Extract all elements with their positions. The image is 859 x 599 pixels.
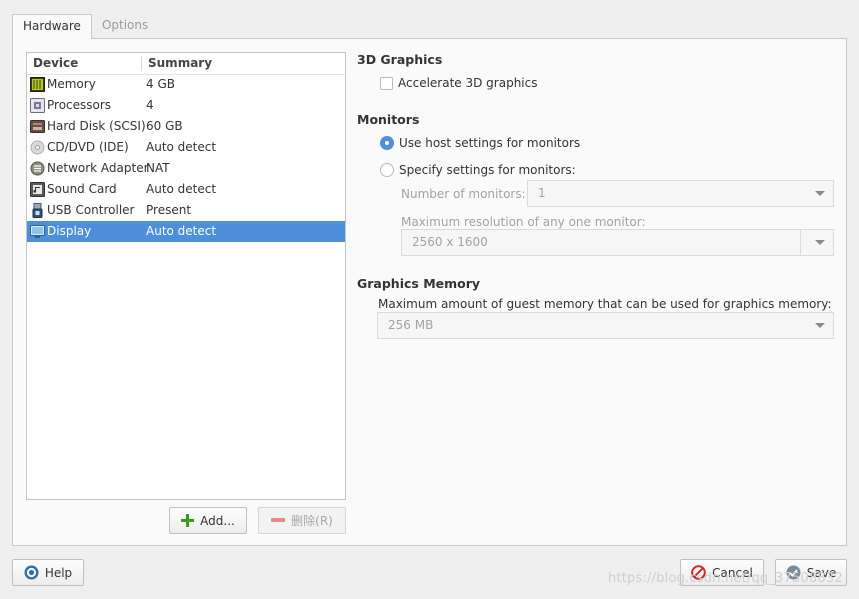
help-icon [24, 565, 39, 580]
dropdown-value: 2560 x 1600 [412, 235, 488, 249]
watermark-text: https://blog.csdn.net/qq_37508832 [608, 571, 843, 586]
specify-settings-radio[interactable]: Specify settings for monitors: [380, 163, 576, 177]
device-name: Memory [47, 77, 96, 91]
display-icon [30, 225, 45, 238]
hard-disk-icon [30, 120, 45, 133]
plus-icon [181, 514, 195, 527]
device-name: Processors [47, 98, 112, 112]
column-header-device[interactable]: Device [33, 56, 78, 70]
specify-settings-label: Specify settings for monitors: [399, 163, 576, 177]
device-name: Display [47, 224, 92, 238]
usb-controller-icon [32, 203, 43, 218]
remove-device-button[interactable]: 删除(R) [258, 507, 346, 534]
chevron-down-icon [815, 191, 825, 196]
column-header-summary[interactable]: Summary [148, 56, 212, 70]
section-title-3d-graphics: 3D Graphics [357, 52, 443, 67]
number-of-monitors-label: Number of monitors: [401, 187, 526, 201]
device-name: USB Controller [47, 203, 135, 217]
device-name: CD/DVD (IDE) [47, 140, 129, 154]
graphics-memory-dropdown[interactable]: 256 MB [377, 312, 834, 339]
use-host-settings-radio[interactable]: Use host settings for monitors [380, 136, 580, 150]
help-label: Help [44, 565, 73, 580]
device-summary: Auto detect [146, 182, 217, 196]
tab-options[interactable]: Options [92, 14, 158, 37]
graphics-memory-description: Maximum amount of guest memory that can … [378, 297, 832, 311]
device-summary: 4 [146, 98, 154, 112]
list-item-hard-disk[interactable]: Hard Disk (SCSI) 60 GB [27, 116, 345, 137]
chevron-down-icon [815, 240, 825, 245]
use-host-settings-label: Use host settings for monitors [399, 136, 581, 150]
processor-icon [30, 98, 45, 113]
list-item-display[interactable]: Display Auto detect [27, 221, 345, 242]
device-list-header: Device Summary [27, 53, 345, 75]
device-list[interactable]: Device Summary Memory 4 GB Processors 4 … [26, 52, 346, 500]
device-name: Hard Disk (SCSI) [47, 119, 146, 133]
max-resolution-dropdown[interactable]: 2560 x 1600 [401, 229, 834, 256]
dropdown-value: 1 [538, 186, 546, 200]
sound-card-icon [30, 182, 45, 197]
radio-indicator[interactable] [380, 136, 394, 150]
device-summary: 60 GB [146, 119, 183, 133]
settings-panel: Device Summary Memory 4 GB Processors 4 … [12, 38, 847, 546]
list-item-network-adapter[interactable]: Network Adapter NAT [27, 158, 345, 179]
list-item-processors[interactable]: Processors 4 [27, 95, 345, 116]
list-item-usb-controller[interactable]: USB Controller Present [27, 200, 345, 221]
checkbox-box[interactable] [380, 76, 393, 90]
dropdown-value: 256 MB [388, 318, 434, 332]
device-name: Sound Card [47, 182, 117, 196]
cd-dvd-icon [30, 140, 45, 155]
help-button[interactable]: Help [12, 559, 84, 586]
device-summary: Auto detect [146, 140, 217, 154]
minus-icon [271, 518, 286, 522]
list-item-memory[interactable]: Memory 4 GB [27, 74, 345, 95]
memory-icon [30, 77, 45, 92]
section-title-graphics-memory: Graphics Memory [357, 276, 481, 291]
tab-hardware[interactable]: Hardware [12, 14, 92, 39]
device-summary: NAT [146, 161, 170, 175]
add-device-label: Add... [200, 513, 235, 528]
radio-indicator[interactable] [380, 163, 394, 177]
device-summary: 4 GB [146, 77, 175, 91]
add-device-button[interactable]: Add... [169, 507, 247, 534]
section-title-monitors: Monitors [357, 112, 420, 127]
device-name: Network Adapter [47, 161, 149, 175]
dropdown-divider [800, 230, 801, 255]
tab-bar: Hardware Options [12, 14, 158, 39]
device-summary: Present [146, 203, 192, 217]
accelerate-3d-checkbox[interactable]: Accelerate 3D graphics [380, 76, 537, 90]
column-separator [141, 56, 142, 71]
chevron-down-icon [815, 323, 825, 328]
device-summary: Auto detect [146, 224, 217, 238]
max-resolution-label: Maximum resolution of any one monitor: [401, 215, 646, 229]
remove-device-label: 删除(R) [291, 514, 333, 528]
list-item-cd-dvd[interactable]: CD/DVD (IDE) Auto detect [27, 137, 345, 158]
accelerate-3d-label: Accelerate 3D graphics [398, 76, 538, 90]
network-adapter-icon [30, 161, 45, 176]
list-item-sound-card[interactable]: Sound Card Auto detect [27, 179, 345, 200]
number-of-monitors-dropdown[interactable]: 1 [527, 180, 834, 207]
